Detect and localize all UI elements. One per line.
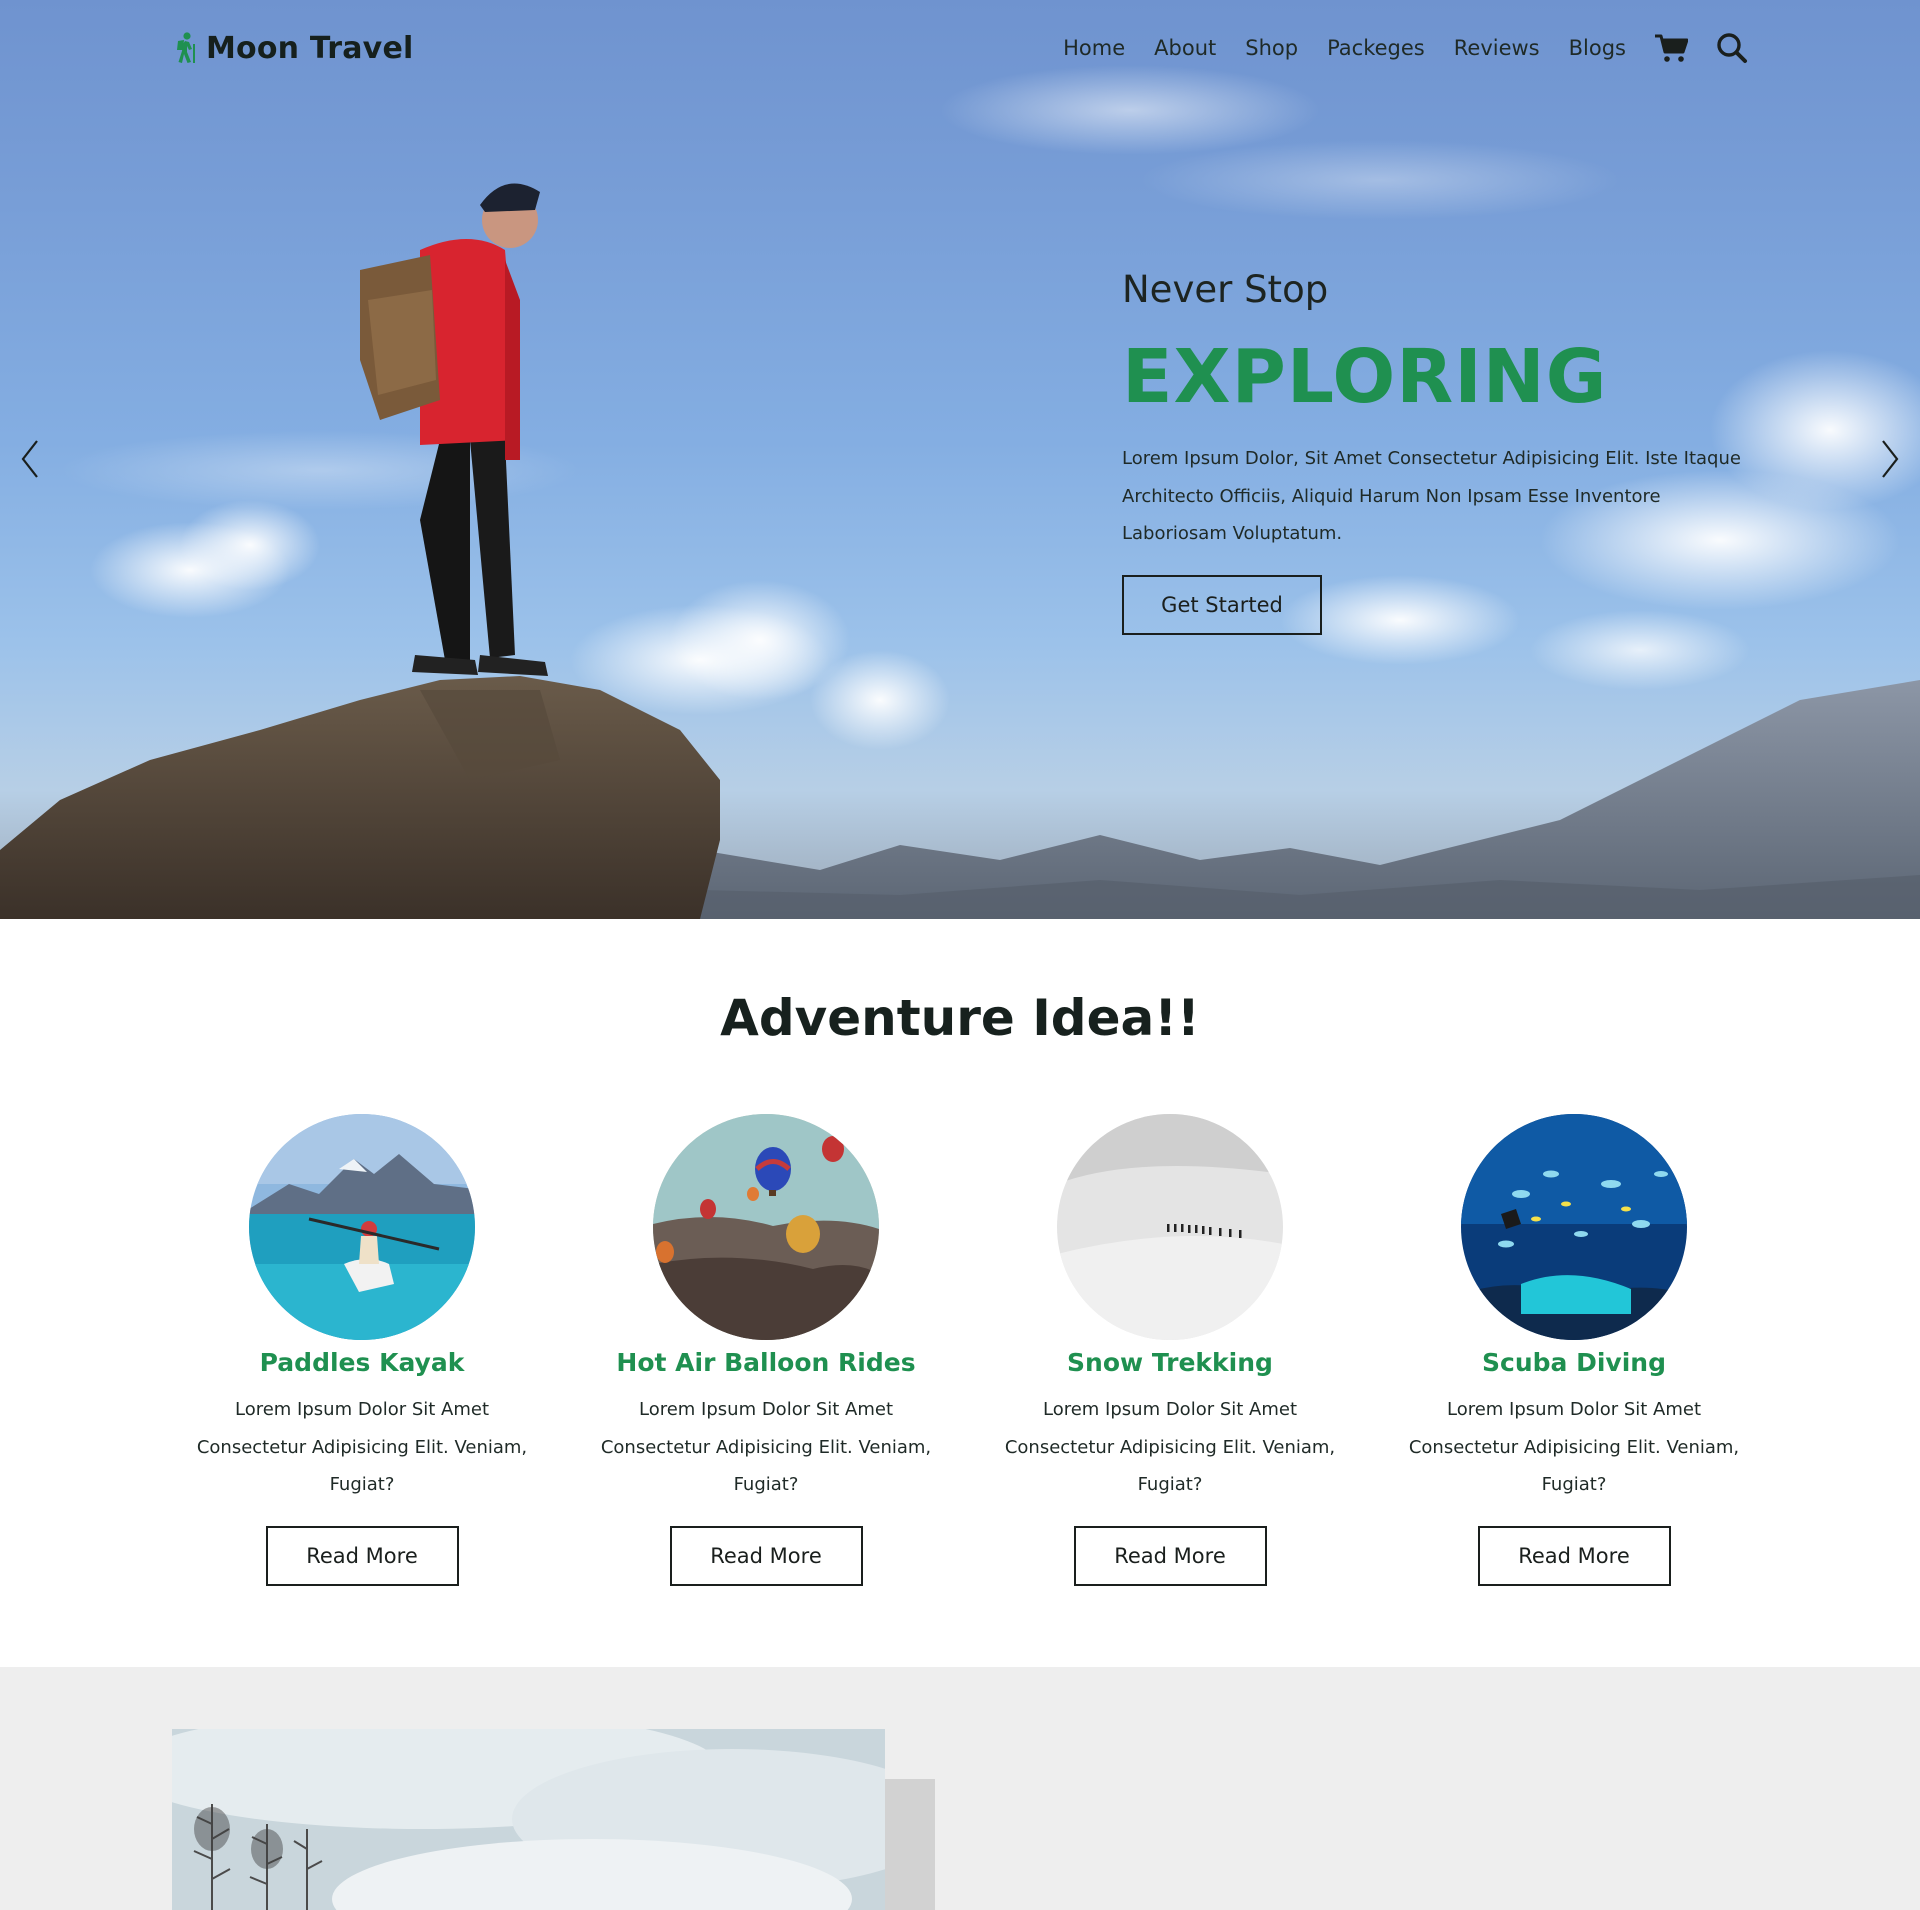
cart-button[interactable] [1654, 33, 1688, 63]
scuba-photo [1461, 1114, 1687, 1340]
adventure-card-balloon: Hot Air Balloon Rides Lorem Ipsum Dolor … [576, 1114, 956, 1586]
hiker-icon [177, 32, 195, 63]
adventure-card-kayak: Paddles Kayak Lorem Ipsum Dolor Sit Amet… [172, 1114, 552, 1586]
balloon-image [653, 1114, 879, 1340]
card-text: Lorem Ipsum Dolor Sit Amet Consectetur A… [600, 1399, 932, 1495]
top-navbar: Moon Travel Home About Shop Packeges Rev… [172, 20, 1748, 76]
get-started-button[interactable]: Get Started [1122, 574, 1322, 635]
brand-link[interactable]: Moon Travel [172, 31, 413, 66]
read-more-button[interactable]: Read More [265, 1525, 459, 1586]
about-preview-section [0, 1667, 1920, 1910]
kayak-image [249, 1114, 475, 1340]
nav-link-about[interactable]: About [1154, 36, 1216, 60]
read-more-button[interactable]: Read More [669, 1525, 863, 1586]
card-title: Snow Trekking [1067, 1348, 1273, 1377]
card-text: Lorem Ipsum Dolor Sit Amet Consectetur A… [1408, 1399, 1740, 1495]
kayak-photo [249, 1114, 475, 1340]
adventure-section: Adventure Idea!! Paddles Kayak Lorem Ips… [0, 919, 1920, 1667]
cart-icon [1655, 34, 1688, 62]
balloon-photo [653, 1114, 879, 1340]
hero-title: EXPLORING [1122, 333, 1608, 420]
slider-prev-button[interactable] [12, 433, 48, 485]
nav-link-reviews[interactable]: Reviews [1454, 36, 1540, 60]
section-title: Adventure Idea!! [720, 989, 1200, 1047]
nav-link-shop[interactable]: Shop [1245, 36, 1298, 60]
card-title: Paddles Kayak [259, 1348, 465, 1377]
slider-next-button[interactable] [1872, 433, 1908, 485]
read-more-button[interactable]: Read More [1073, 1525, 1267, 1586]
scuba-image [1461, 1114, 1687, 1340]
chevron-right-icon [1882, 440, 1899, 478]
misty-forest-photo [172, 1729, 885, 1910]
hero-description: Lorem Ipsum Dolor, Sit Amet Consectetur … [1122, 448, 1741, 545]
brand-name: Moon Travel [206, 30, 414, 66]
read-more-button[interactable]: Read More [1477, 1525, 1671, 1586]
nav-link-blogs[interactable]: Blogs [1569, 36, 1626, 60]
hero-content: Never Stop EXPLORING Lorem Ipsum Dolor, … [1122, 268, 1762, 635]
image-shadow-block [884, 1779, 935, 1910]
snow-trek-photo [1057, 1114, 1283, 1340]
chevron-left-icon [21, 440, 38, 478]
search-icon [1717, 33, 1747, 63]
card-title: Scuba Diving [1482, 1348, 1666, 1377]
card-text: Lorem Ipsum Dolor Sit Amet Consectetur A… [196, 1399, 528, 1495]
hero-section: Moon Travel Home About Shop Packeges Rev… [0, 0, 1920, 919]
hero-kicker: Never Stop [1122, 268, 1329, 311]
adventure-card-snow: Snow Trekking Lorem Ipsum Dolor Sit Amet… [980, 1114, 1360, 1586]
nav-links: Home About Shop Packeges Reviews Blogs [1034, 32, 1748, 64]
adventure-cards: Paddles Kayak Lorem Ipsum Dolor Sit Amet… [172, 1114, 1764, 1586]
card-text: Lorem Ipsum Dolor Sit Amet Consectetur A… [1004, 1399, 1336, 1495]
search-button[interactable] [1716, 32, 1748, 64]
card-title: Hot Air Balloon Rides [616, 1348, 916, 1377]
snow-trek-image [1057, 1114, 1283, 1340]
adventure-card-scuba: Scuba Diving Lorem Ipsum Dolor Sit Amet … [1384, 1114, 1764, 1586]
nav-link-packages[interactable]: Packeges [1327, 36, 1425, 60]
nav-link-home[interactable]: Home [1063, 36, 1125, 60]
misty-forest-image [172, 1729, 885, 1910]
